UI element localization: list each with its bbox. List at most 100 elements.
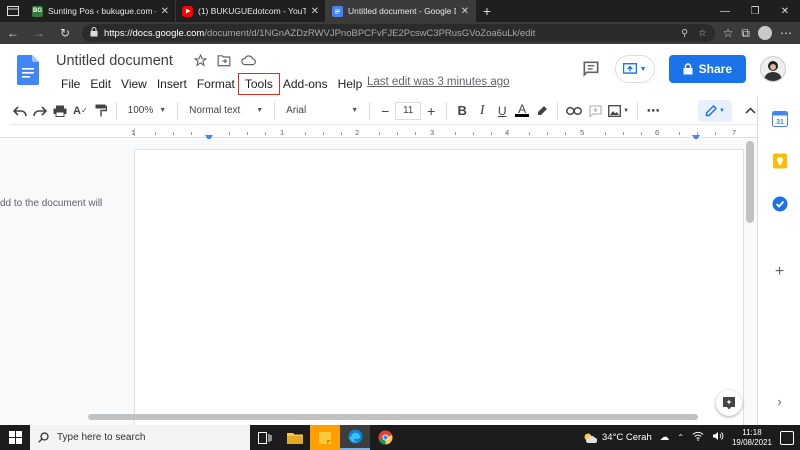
document-title[interactable]: Untitled document xyxy=(56,53,173,69)
explore-icon xyxy=(723,397,735,410)
volume-icon[interactable] xyxy=(712,431,724,444)
toolbar-divider xyxy=(115,101,117,120)
menu-tools[interactable]: Tools xyxy=(237,73,280,95)
editing-mode-button[interactable]: ▼ xyxy=(698,99,732,122)
ruler-number: 4 xyxy=(505,128,510,137)
chevron-right-icon[interactable]: › xyxy=(771,393,788,410)
more-icon[interactable]: ⋯ xyxy=(780,26,792,40)
keep-icon[interactable] xyxy=(771,152,788,169)
back-icon[interactable]: ← xyxy=(0,26,26,40)
redo-icon[interactable] xyxy=(30,100,50,122)
text-color-button[interactable]: A xyxy=(512,100,532,122)
present-to-meeting-button[interactable]: ▼ xyxy=(614,55,655,83)
browser-tab-1[interactable]: BG Sunting Pos ‹ bukugue.com — W ✕ xyxy=(26,0,176,22)
share-button[interactable]: Share xyxy=(668,55,746,83)
ruler-number: 6 xyxy=(655,128,660,137)
menu-file[interactable]: File xyxy=(56,75,85,93)
wifi-icon[interactable] xyxy=(692,431,704,444)
ruler-tick xyxy=(229,132,230,135)
move-folder-icon[interactable] xyxy=(217,54,231,70)
font-size-input[interactable]: 11 xyxy=(395,101,422,120)
minimize-icon[interactable]: — xyxy=(710,0,740,22)
link-icon[interactable] xyxy=(563,100,585,122)
favorite-star-icon[interactable]: ☆ xyxy=(698,28,707,39)
browser-profile-avatar[interactable] xyxy=(758,26,772,40)
file-explorer-icon[interactable] xyxy=(280,425,310,450)
restore-icon[interactable]: ❐ xyxy=(740,0,770,22)
youtube-icon xyxy=(182,5,193,17)
close-icon[interactable]: ✕ xyxy=(161,6,169,17)
last-edit-link[interactable]: Last edit was 3 minutes ago xyxy=(367,76,510,88)
menu-view[interactable]: View xyxy=(116,75,152,93)
windows-start-icon[interactable] xyxy=(0,425,30,450)
font-family-select[interactable]: Arial ▼ xyxy=(280,105,364,116)
tasks-icon[interactable] xyxy=(771,195,788,212)
notification-center-icon[interactable] xyxy=(780,430,794,445)
collections-icon[interactable]: ⧉ xyxy=(741,26,750,41)
document-page[interactable] xyxy=(134,149,744,425)
ruler-tick xyxy=(565,132,566,135)
menu-edit[interactable]: Edit xyxy=(85,75,116,93)
edge-browser-icon[interactable] xyxy=(340,425,370,450)
present-icon xyxy=(622,63,637,74)
google-docs-logo-icon[interactable] xyxy=(17,55,39,85)
ruler-number: 7 xyxy=(732,128,737,137)
zoom-select[interactable]: 100% ▼ xyxy=(122,105,173,116)
cloud-saved-icon[interactable] xyxy=(241,54,256,70)
close-icon[interactable]: ✕ xyxy=(311,6,319,17)
vertical-scrollbar[interactable] xyxy=(746,141,754,223)
clock[interactable]: 11:18 19/08/2021 xyxy=(732,428,772,448)
task-view-icon[interactable] xyxy=(250,425,280,450)
get-add-ons-icon[interactable]: + xyxy=(771,263,788,280)
browser-tab-2[interactable]: (1) BUKUGUEdotcom - YouTube ✕ xyxy=(176,0,326,22)
menu-format[interactable]: Format xyxy=(192,75,240,93)
chevron-up-icon[interactable]: ⌃ xyxy=(677,433,684,442)
user-avatar[interactable] xyxy=(760,56,786,82)
bold-button[interactable]: B xyxy=(452,100,472,122)
ruler-number: 3 xyxy=(430,128,435,137)
favorites-icon[interactable]: ☆ xyxy=(723,26,734,40)
forward-icon[interactable]: → xyxy=(26,26,52,40)
star-icon[interactable] xyxy=(193,53,208,70)
toolbar-divider xyxy=(369,101,371,120)
formatting-toolbar: A ✓ 100% ▼ Normal text ▼ Arial ▼ − 11 + B I … xyxy=(10,97,760,125)
print-icon[interactable] xyxy=(50,100,70,122)
zoom-search-icon[interactable]: ⚲ xyxy=(681,28,688,39)
window-close-icon[interactable]: ✕ xyxy=(770,0,800,22)
network-cloud-icon[interactable]: ☁ xyxy=(660,432,670,443)
chrome-icon[interactable] xyxy=(370,425,400,450)
horizontal-scrollbar[interactable] xyxy=(88,414,698,420)
highlight-pen-icon[interactable] xyxy=(532,100,552,122)
calendar-icon[interactable]: 31 xyxy=(771,110,788,127)
paint-format-icon[interactable] xyxy=(91,100,111,122)
tab-actions-icon[interactable] xyxy=(0,0,26,22)
address-bar[interactable]: https://docs.google.com/document/d/1NGnA… xyxy=(82,24,715,42)
weather-widget[interactable]: 34°C Cerah xyxy=(583,432,652,444)
underline-button[interactable]: U xyxy=(492,100,512,122)
explore-button[interactable] xyxy=(716,390,742,416)
comment-history-icon[interactable] xyxy=(581,59,601,79)
increase-font-size-icon[interactable]: + xyxy=(421,100,441,122)
add-comment-icon[interactable] xyxy=(585,100,605,122)
ruler-tick xyxy=(397,132,398,135)
sticky-notes-icon[interactable] xyxy=(310,425,340,450)
browser-tab-title: Untitled document - Google Do xyxy=(348,6,456,16)
insert-image-icon[interactable]: ▼ xyxy=(605,100,632,122)
decrease-font-size-icon[interactable]: − xyxy=(375,100,395,122)
menu-insert[interactable]: Insert xyxy=(152,75,192,93)
paragraph-style-select[interactable]: Normal text ▼ xyxy=(183,105,269,116)
more-options-icon[interactable]: ⋯ xyxy=(643,100,663,122)
close-icon[interactable]: ✕ xyxy=(461,6,469,17)
spelling-check-icon[interactable]: A ✓ xyxy=(70,100,91,122)
browser-address-row: ← → ↻ https://docs.google.com/document/d… xyxy=(0,22,800,44)
italic-button[interactable]: I xyxy=(472,100,492,122)
menu-add-ons[interactable]: Add-ons xyxy=(278,75,333,93)
window-controls: — ❐ ✕ xyxy=(710,0,800,22)
menu-help[interactable]: Help xyxy=(333,75,368,93)
taskbar-search-input[interactable]: Type here to search xyxy=(30,425,250,450)
text-color-label: A xyxy=(518,102,527,116)
browser-tab-3[interactable]: Untitled document - Google Do ✕ xyxy=(326,0,476,22)
reload-icon[interactable]: ↻ xyxy=(52,26,78,40)
undo-icon[interactable] xyxy=(10,100,30,122)
new-tab-icon[interactable]: + xyxy=(476,0,498,22)
